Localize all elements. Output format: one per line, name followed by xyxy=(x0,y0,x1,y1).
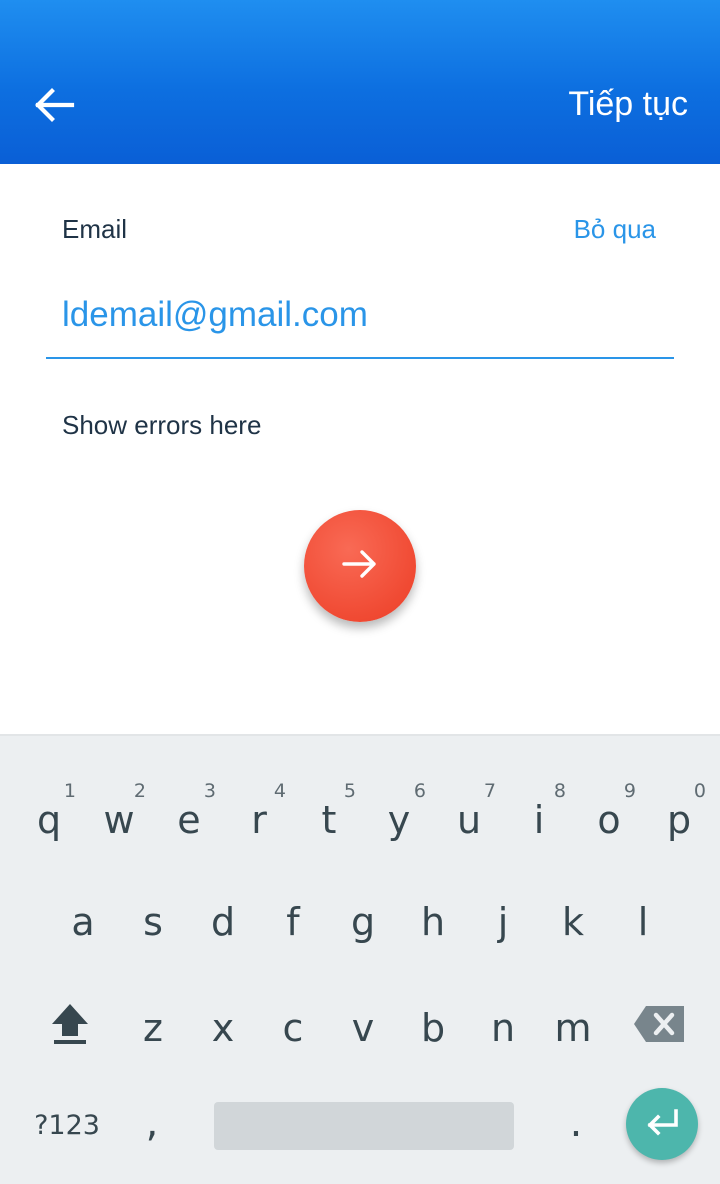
email-field[interactable] xyxy=(46,286,674,359)
period-key[interactable]: . xyxy=(552,1100,600,1160)
key-label: v xyxy=(351,1006,375,1050)
key-v[interactable]: v xyxy=(328,736,398,1050)
email-label: Email xyxy=(62,214,128,244)
key-m[interactable]: m xyxy=(538,736,608,1050)
key-b[interactable]: b xyxy=(398,736,468,1050)
back-button[interactable] xyxy=(28,82,80,128)
continue-button[interactable]: Tiếp tục xyxy=(568,82,688,126)
arrow-right-icon xyxy=(338,544,382,589)
key-n[interactable]: n xyxy=(468,736,538,1050)
comma-key[interactable]: , xyxy=(128,1100,176,1160)
error-message: Show errors here xyxy=(62,410,262,440)
key-c[interactable]: c xyxy=(258,736,328,1050)
enter-key[interactable] xyxy=(626,1088,698,1160)
key-label: b xyxy=(420,1006,446,1050)
key-label: a xyxy=(71,900,95,944)
space-key[interactable] xyxy=(214,1102,514,1150)
key-label: m xyxy=(554,1006,592,1050)
enter-icon xyxy=(642,1107,682,1142)
key-label: x xyxy=(211,1006,235,1050)
key-x[interactable]: x xyxy=(188,736,258,1050)
shift-key[interactable] xyxy=(44,998,96,1050)
symbols-key[interactable]: ?123 xyxy=(24,1110,110,1156)
shift-icon xyxy=(44,1004,96,1054)
key-label: z xyxy=(143,1006,163,1050)
key-label: n xyxy=(490,1006,516,1050)
key-l[interactable]: l xyxy=(608,736,678,944)
arrow-left-icon xyxy=(28,82,80,128)
key-a[interactable]: a xyxy=(48,736,118,944)
app-bar: Tiếp tục xyxy=(0,0,720,164)
key-z[interactable]: z xyxy=(118,736,188,1050)
key-label: c xyxy=(282,1006,304,1050)
backspace-key[interactable] xyxy=(632,1002,688,1046)
submit-button[interactable] xyxy=(304,510,416,622)
skip-link[interactable]: Bỏ qua xyxy=(574,214,656,245)
backspace-icon xyxy=(632,1006,688,1050)
key-label: l xyxy=(637,900,649,944)
